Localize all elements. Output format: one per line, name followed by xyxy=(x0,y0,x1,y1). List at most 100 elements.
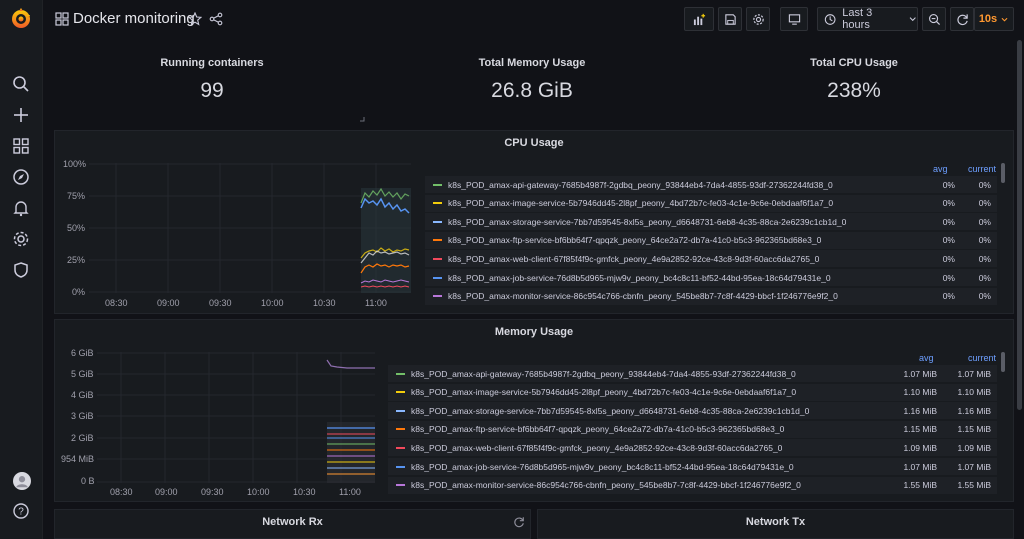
stat-title: Total Memory Usage xyxy=(478,57,586,69)
explore-icon[interactable] xyxy=(11,167,31,187)
y-tick: 0 B xyxy=(81,476,95,486)
legend-item[interactable]: k8s_POD_amax-image-service-5b7946dd45-2l… xyxy=(425,194,997,212)
legend-avg-value: 0% xyxy=(942,179,955,190)
cycle-view-mode-button[interactable] xyxy=(780,7,808,31)
monitor-icon xyxy=(788,13,800,25)
settings-gear-icon[interactable] xyxy=(11,229,31,249)
y-tick: 25% xyxy=(67,255,86,265)
page-scrollbar[interactable] xyxy=(1017,40,1022,410)
panel-refresh-icon xyxy=(514,517,524,528)
panel-title: CPU Usage xyxy=(504,137,564,149)
help-icon[interactable]: ? xyxy=(11,501,31,521)
legend-color-swatch xyxy=(433,220,442,223)
legend-current-value: 1.10 MiB xyxy=(957,387,991,398)
legend-item[interactable]: k8s_POD_amax-api-gateway-7685b4987f-2gdb… xyxy=(388,365,997,382)
star-icon[interactable] xyxy=(187,11,203,26)
legend-avg-value: 1.55 MiB xyxy=(903,480,937,491)
legend-item[interactable]: k8s_POD_amax-ftp-service-bf6bb64f7-qpqzk… xyxy=(425,231,997,249)
time-range-picker[interactable]: Last 3 hours xyxy=(817,7,918,31)
legend-series-name: k8s_POD_amax-monitor-service-86c954c766-… xyxy=(411,480,801,491)
legend-header-current[interactable]: current xyxy=(968,164,996,174)
legend-item[interactable]: k8s_POD_amax-monitor-service-86c954c766-… xyxy=(425,287,997,305)
chevron-down-icon xyxy=(909,17,916,22)
alerting-bell-icon[interactable] xyxy=(11,198,31,218)
legend-item[interactable]: k8s_POD_amax-web-client-67f85f4f9c-gmfck… xyxy=(425,250,997,268)
legend-avg-value: 0% xyxy=(942,291,955,302)
legend-item[interactable]: k8s_POD_amax-job-service-76d8b5d965-mjw9… xyxy=(425,269,997,286)
legend-header-current[interactable]: current xyxy=(968,353,996,363)
legend-color-swatch xyxy=(396,372,405,375)
legend-item[interactable]: k8s_POD_amax-job-service-76d8b5d965-mjw9… xyxy=(388,458,997,475)
legend-current-value: 1.55 MiB xyxy=(957,480,991,491)
refresh-interval-label: 10s xyxy=(978,13,998,25)
cpu-graph-area[interactable] xyxy=(89,163,411,293)
dashboard-title[interactable]: Docker monitoring xyxy=(73,10,195,27)
legend-color-swatch xyxy=(433,183,442,186)
y-tick: 3 GiB xyxy=(71,411,94,421)
stat-value: 99 xyxy=(200,79,224,102)
plus-icon[interactable] xyxy=(11,105,31,125)
x-tick: 08:30 xyxy=(110,487,133,497)
y-tick: 50% xyxy=(67,223,86,233)
x-tick: 09:00 xyxy=(155,487,178,497)
legend-color-swatch xyxy=(433,257,442,260)
legend-avg-value: 1.09 MiB xyxy=(903,442,937,453)
legend-color-swatch xyxy=(433,202,442,205)
legend-color-swatch xyxy=(396,428,405,431)
legend-current-value: 1.15 MiB xyxy=(957,424,991,435)
legend-scrollbar[interactable] xyxy=(1001,352,1005,372)
cpu-usage-panel[interactable]: CPU Usage 100% 75% 50% 25% 0% 08:30 09:0… xyxy=(54,130,1014,314)
legend-avg-value: 0% xyxy=(942,235,955,246)
memory-usage-panel[interactable]: Memory Usage 6 GiB 5 GiB 4 GiB 3 GiB 2 G… xyxy=(54,319,1014,502)
legend-item[interactable]: k8s_POD_amax-storage-service-7bb7d59545-… xyxy=(388,402,997,420)
network-tx-panel[interactable]: Network Tx xyxy=(537,509,1014,539)
shield-icon[interactable] xyxy=(11,260,31,280)
legend-header-avg[interactable]: avg xyxy=(933,164,948,174)
legend-current-value: 1.16 MiB xyxy=(957,405,991,416)
legend-color-swatch xyxy=(396,446,405,449)
clock-icon xyxy=(824,13,836,25)
x-tick: 09:30 xyxy=(209,298,232,308)
x-tick: 10:00 xyxy=(261,298,284,308)
legend-item[interactable]: k8s_POD_amax-ftp-service-bf6bb64f7-qpqzk… xyxy=(388,420,997,438)
stat-panel-running-containers[interactable]: Running containers 99 xyxy=(54,44,370,126)
add-panel-button[interactable] xyxy=(684,7,714,31)
legend-item[interactable]: k8s_POD_amax-storage-service-7bb7d59545-… xyxy=(425,213,997,231)
grafana-logo-icon[interactable] xyxy=(9,7,33,31)
legend-color-swatch xyxy=(433,276,442,279)
add-panel-icon xyxy=(693,13,705,25)
legend-header-avg[interactable]: avg xyxy=(919,353,934,363)
panel-title: Network Rx xyxy=(262,516,323,528)
refresh-button[interactable] xyxy=(950,7,974,31)
stat-panel-total-memory[interactable]: Total Memory Usage 26.8 GiB xyxy=(371,44,693,126)
legend-avg-value: 0% xyxy=(942,253,955,264)
dashboards-icon[interactable] xyxy=(11,136,31,156)
search-icon[interactable] xyxy=(11,74,31,94)
legend-scrollbar[interactable] xyxy=(1001,163,1005,183)
stat-value: 26.8 GiB xyxy=(491,79,573,102)
legend-current-value: 1.07 MiB xyxy=(957,368,991,379)
zoom-out-icon xyxy=(928,13,940,25)
memory-graph-area[interactable] xyxy=(97,352,375,483)
zoom-out-button[interactable] xyxy=(922,7,946,31)
legend-item[interactable]: k8s_POD_amax-image-service-5b7946dd45-2l… xyxy=(388,383,997,401)
network-rx-panel[interactable]: Network Rx xyxy=(54,509,531,539)
legend-item[interactable]: k8s_POD_amax-web-client-67f85f4f9c-gmfck… xyxy=(388,439,997,457)
y-tick: 5 GiB xyxy=(71,369,94,379)
user-avatar-icon[interactable] xyxy=(11,470,32,491)
stat-panel-total-cpu[interactable]: Total CPU Usage 238% xyxy=(694,44,1014,126)
dashboard-grid-icon xyxy=(55,12,69,26)
legend-item[interactable]: k8s_POD_amax-api-gateway-7685b4987f-2gdb… xyxy=(425,176,997,193)
dashboard-settings-button[interactable] xyxy=(746,7,770,31)
legend-series-name: k8s_POD_amax-storage-service-7bb7d59545-… xyxy=(448,216,847,227)
save-icon xyxy=(724,13,736,25)
chevron-down-icon xyxy=(1001,17,1008,22)
refresh-interval-picker[interactable]: 10s xyxy=(974,7,1014,31)
resize-handle-icon[interactable] xyxy=(359,116,365,122)
share-icon[interactable] xyxy=(209,12,223,26)
legend-item[interactable]: k8s_POD_amax-monitor-service-86c954c766-… xyxy=(388,476,997,494)
save-dashboard-button[interactable] xyxy=(718,7,742,31)
y-tick: 2 GiB xyxy=(71,433,94,443)
legend-current-value: 0% xyxy=(978,198,991,209)
y-tick: 100% xyxy=(63,159,87,169)
